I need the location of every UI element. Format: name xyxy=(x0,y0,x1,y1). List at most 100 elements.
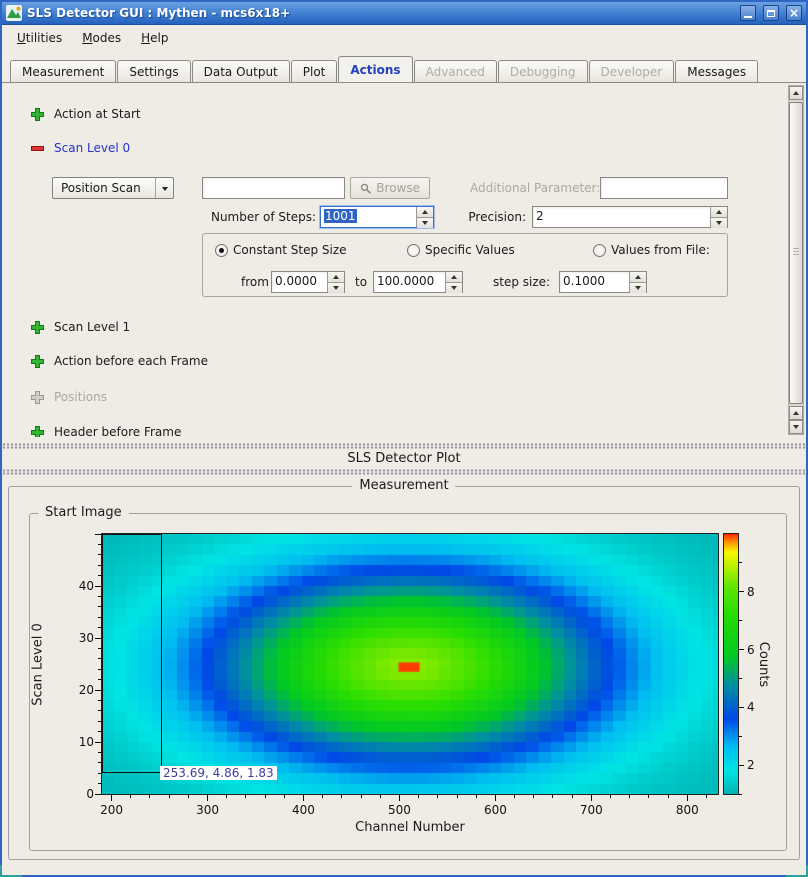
y-minor-tick xyxy=(98,773,101,774)
spin-down-button[interactable] xyxy=(711,218,727,228)
browse-button[interactable]: Browse xyxy=(350,177,430,199)
from-label: from xyxy=(241,271,269,293)
x-minor-tick xyxy=(668,795,669,798)
y-tick-label: 20 xyxy=(56,682,94,698)
scroll-up-button-bottom[interactable] xyxy=(789,406,803,420)
splitter-handle-top[interactable] xyxy=(2,443,806,449)
spin-up-button[interactable] xyxy=(328,272,344,283)
number-of-steps-spinbox[interactable]: 1001 xyxy=(320,206,434,228)
close-button[interactable]: × xyxy=(786,5,802,21)
scroll-down-button[interactable] xyxy=(789,420,803,434)
spin-down-button[interactable] xyxy=(328,283,344,293)
scroll-up-button[interactable] xyxy=(789,86,803,100)
start-image-title: Start Image xyxy=(38,505,129,520)
scan-file-input[interactable] xyxy=(202,177,345,199)
colorbar-tick-label: 4 xyxy=(747,699,767,715)
tab-debugging[interactable]: Debugging xyxy=(498,60,588,83)
scan-mode-combobox[interactable]: Position Scan xyxy=(52,177,174,199)
colorbar-minor-tick xyxy=(739,562,742,563)
spin-buttons xyxy=(416,207,433,227)
spin-up-button[interactable] xyxy=(711,207,727,218)
expand-plus-icon-disabled xyxy=(30,390,45,405)
tab-settings[interactable]: Settings xyxy=(117,60,190,83)
y-minor-tick xyxy=(98,679,101,680)
x-minor-tick xyxy=(149,795,150,798)
collapse-minus-icon[interactable] xyxy=(30,141,45,156)
constant-step-radio[interactable] xyxy=(215,244,228,257)
header-before-frame-row[interactable]: Header before Frame xyxy=(30,424,181,437)
tab-developer[interactable]: Developer xyxy=(589,60,675,83)
values-from-file-radio[interactable] xyxy=(593,244,606,257)
x-major-tick xyxy=(399,795,400,801)
x-major-tick xyxy=(687,795,688,801)
y-tick-label: 40 xyxy=(56,578,94,594)
to-spinbox[interactable]: 100.0000 xyxy=(373,271,463,293)
x-minor-tick xyxy=(341,795,342,798)
arrow-up-icon xyxy=(793,88,799,95)
y-minor-tick xyxy=(98,565,101,566)
spin-down-button[interactable] xyxy=(446,283,462,293)
menu-modes[interactable]: Modes xyxy=(73,28,130,48)
scan-level-0-row[interactable]: Scan Level 0 xyxy=(30,140,130,156)
spin-buttons xyxy=(327,272,344,292)
maximize-button[interactable] xyxy=(763,5,779,21)
step-size-value: 0.1000 xyxy=(560,272,629,292)
titlebar[interactable]: SLS Detector GUI : Mythen - mcs6x18+ × xyxy=(2,2,806,25)
minimize-button[interactable] xyxy=(740,5,756,21)
y-minor-tick xyxy=(98,606,101,607)
y-tick-label: 0 xyxy=(56,786,94,802)
y-minor-tick xyxy=(98,710,101,711)
menu-help[interactable]: Help xyxy=(132,28,177,48)
x-major-tick xyxy=(111,795,112,801)
spin-up-button[interactable] xyxy=(630,272,646,283)
spin-down-button[interactable] xyxy=(630,283,646,293)
tracker-label: 253.69, 4.86, 1.83 xyxy=(160,766,277,780)
scrollbar-thumb[interactable] xyxy=(789,102,803,404)
step-size-spinbox[interactable]: 0.1000 xyxy=(559,271,647,293)
expand-plus-icon[interactable] xyxy=(30,107,45,122)
tab-bar: MeasurementSettingsData OutputPlotAction… xyxy=(10,56,759,83)
x-tick-label: 400 xyxy=(283,802,323,818)
tab-plot[interactable]: Plot xyxy=(291,60,338,83)
start-image-box: Start Image Scan Level 0 Channel Number … xyxy=(29,513,787,851)
x-minor-tick xyxy=(476,795,477,798)
specific-values-radio[interactable] xyxy=(407,244,420,257)
action-before-each-frame-label: Action before each Frame xyxy=(54,354,208,368)
spin-up-button[interactable] xyxy=(446,272,462,283)
to-value: 100.0000 xyxy=(374,272,445,292)
app-icon[interactable] xyxy=(6,5,22,21)
y-minor-tick xyxy=(98,783,101,784)
expand-plus-icon[interactable] xyxy=(30,320,45,335)
tab-measurement[interactable]: Measurement xyxy=(10,60,116,83)
y-axis-title: Scan Level 0 xyxy=(31,623,46,705)
chevron-down-icon xyxy=(155,178,173,198)
tab-advanced[interactable]: Advanced xyxy=(414,60,497,83)
from-spinbox[interactable]: 0.0000 xyxy=(271,271,345,293)
heatmap-canvas[interactable] xyxy=(102,534,718,794)
action-before-each-frame-row[interactable]: Action before each Frame xyxy=(30,353,208,369)
positions-row[interactable]: Positions xyxy=(30,389,107,405)
tab-actions[interactable]: Actions xyxy=(338,56,412,83)
colorbar-major-tick xyxy=(739,707,744,708)
precision-spinbox[interactable]: 2 xyxy=(532,206,728,228)
vertical-scrollbar[interactable] xyxy=(788,85,804,435)
action-at-start-label: Action at Start xyxy=(54,107,141,121)
colorbar-minor-tick xyxy=(739,620,742,621)
y-minor-tick xyxy=(98,648,101,649)
browse-label: Browse xyxy=(376,181,420,195)
action-at-start-row[interactable]: Action at Start xyxy=(30,106,141,122)
expand-plus-icon[interactable] xyxy=(30,425,45,438)
tab-messages[interactable]: Messages xyxy=(675,60,758,83)
tab-data-output[interactable]: Data Output xyxy=(192,60,290,83)
x-minor-tick xyxy=(572,795,573,798)
number-of-steps-value: 1001 xyxy=(324,209,357,223)
x-minor-tick xyxy=(169,795,170,798)
menu-utilities[interactable]: Utilities xyxy=(8,28,71,48)
spin-down-button[interactable] xyxy=(417,218,433,228)
colorbar-major-tick xyxy=(739,649,744,650)
spin-up-button[interactable] xyxy=(417,207,433,218)
expand-plus-icon[interactable] xyxy=(30,354,45,369)
scan-level-1-row[interactable]: Scan Level 1 xyxy=(30,319,130,335)
additional-parameter-input[interactable] xyxy=(600,177,728,199)
splitter-handle-bottom[interactable] xyxy=(2,469,806,475)
